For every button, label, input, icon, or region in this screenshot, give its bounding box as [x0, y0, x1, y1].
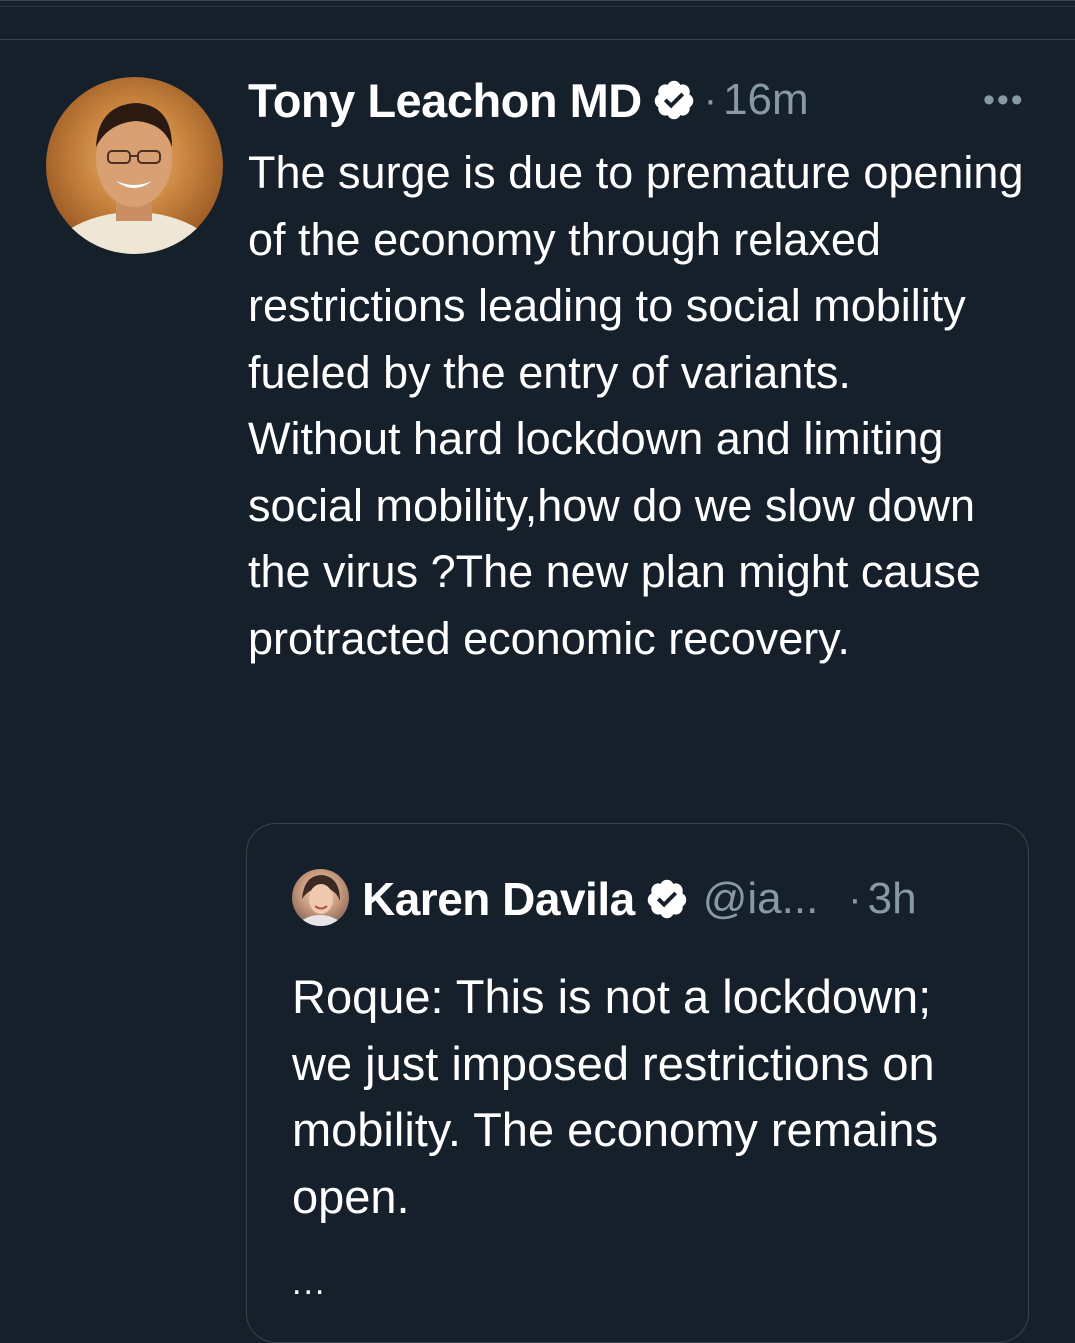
quoted-header-separator: ·	[848, 876, 862, 921]
quoted-tweet-timestamp[interactable]: 3h	[868, 874, 917, 924]
tweet-text: The surge is due to premature opening of…	[248, 147, 1024, 664]
author-avatar[interactable]	[46, 77, 223, 254]
quoted-tweet-header: Karen Davila @ia... · 3h	[362, 864, 1012, 934]
verified-badge-icon	[645, 877, 689, 921]
quoted-tweet[interactable]: Karen Davila @ia... · 3h Roque: This is …	[246, 823, 1029, 1343]
top-bar-divider	[0, 6, 1075, 7]
tweet-header: Tony Leachon MD · 16m	[248, 70, 1038, 130]
quoted-author-name[interactable]: Karen Davila	[362, 872, 635, 926]
tweet[interactable]: Tony Leachon MD · 16m ••• The surge is d…	[0, 40, 1075, 1343]
header-separator: ·	[703, 77, 718, 122]
quoted-author-handle[interactable]: @ia...	[703, 874, 819, 924]
tweet-timestamp[interactable]: 16m	[723, 75, 809, 125]
quoted-tweet-truncation: ...	[292, 1264, 327, 1302]
more-options-icon[interactable]: •••	[983, 83, 1025, 117]
verified-badge-icon	[652, 78, 696, 122]
top-bar	[0, 0, 1075, 40]
quoted-author-avatar[interactable]	[292, 869, 349, 926]
author-name[interactable]: Tony Leachon MD	[248, 73, 642, 128]
quoted-tweet-text: Roque: This is not a lockdown; we just i…	[292, 970, 939, 1223]
